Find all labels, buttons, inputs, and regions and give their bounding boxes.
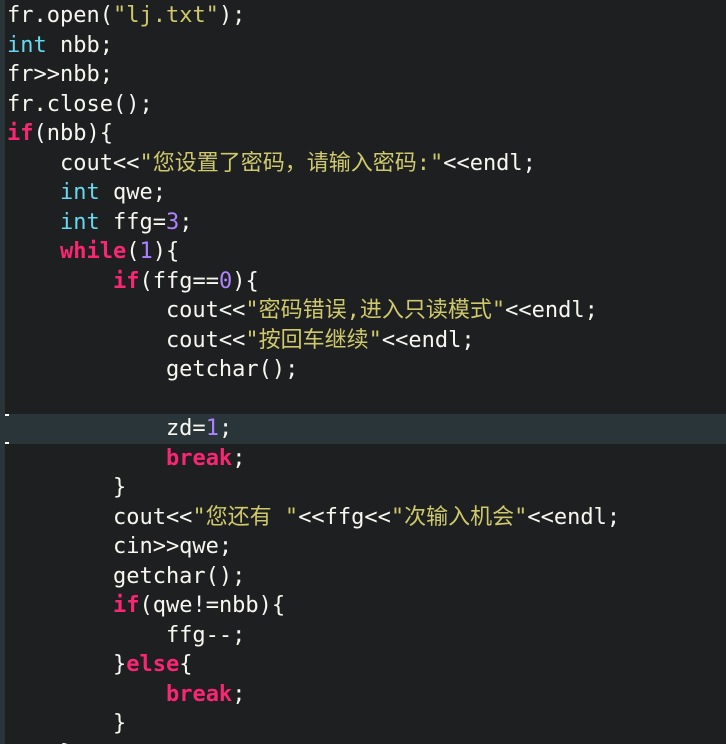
code-token-kw: while bbox=[59, 239, 127, 264]
code-token-pln bbox=[7, 180, 60, 205]
code-token-str: "您设置了密码，请输入密码:" bbox=[139, 150, 444, 176]
code-token-pln bbox=[7, 682, 166, 707]
code-line[interactable]: } bbox=[0, 739, 726, 744]
code-line[interactable]: cout<<"密码错误,进入只读模式"<<endl; bbox=[0, 296, 726, 326]
code-token-kw: break bbox=[165, 445, 233, 471]
code-token-num: 0 bbox=[218, 268, 233, 294]
code-token-pln: ){ bbox=[152, 239, 180, 264]
code-token-typ: int bbox=[7, 32, 47, 58]
code-token-kw: if bbox=[112, 268, 140, 294]
code-token-kw: if bbox=[112, 593, 140, 618]
code-token-str: "按回车继续" bbox=[245, 327, 382, 353]
code-token-pln: cout<< bbox=[7, 327, 246, 353]
code-token-num: 1 bbox=[205, 416, 219, 441]
code-token-pln: fr>>nbb; bbox=[7, 62, 113, 87]
code-token-pln: cout<< bbox=[7, 298, 246, 323]
code-token-pln: getchar(); bbox=[7, 563, 246, 589]
code-line[interactable]: cout<<"按回车继续"<<endl; bbox=[0, 326, 726, 356]
code-token-pln bbox=[7, 239, 60, 264]
code-token-pln: ; bbox=[218, 416, 233, 441]
code-token-pln: fr.close(); bbox=[7, 91, 153, 117]
code-token-kw: break bbox=[165, 681, 233, 707]
code-line[interactable]: fr>>nbb; bbox=[0, 60, 726, 90]
code-token-kw: else bbox=[126, 652, 180, 677]
code-token-pln bbox=[7, 446, 166, 471]
code-token-str: "您还有 " bbox=[192, 504, 299, 530]
code-token-pln: zd= bbox=[7, 416, 206, 441]
code-line[interactable]: while(1){ bbox=[0, 237, 726, 267]
code-line[interactable]: int ffg=3; bbox=[0, 208, 726, 238]
code-token-pln bbox=[7, 210, 60, 235]
code-line[interactable]: fr.close(); bbox=[0, 90, 726, 120]
code-token-pln: fr.open( bbox=[7, 3, 113, 28]
code-token-pln: <<endl; bbox=[505, 298, 598, 323]
code-token-str: "密码错误,进入只读模式" bbox=[245, 298, 506, 323]
code-token-pln: ); bbox=[218, 3, 246, 28]
code-token-pln: ; bbox=[232, 445, 246, 471]
code-token-pln: cout<< bbox=[7, 150, 140, 176]
code-line[interactable]: getchar(); bbox=[0, 355, 726, 385]
code-text-area[interactable]: fr.open("lj.txt"); int nbb; fr>>nbb; fr.clo… bbox=[0, 1, 726, 744]
code-line[interactable]: break; bbox=[0, 680, 726, 710]
code-token-pln: } bbox=[7, 475, 127, 500]
code-line[interactable]: break; bbox=[0, 444, 726, 474]
code-token-pln: (nbb){ bbox=[33, 121, 113, 146]
code-token-pln: <<endl; bbox=[381, 327, 475, 353]
code-token-pln: { bbox=[179, 652, 193, 677]
code-token-pln: ffg--; bbox=[7, 622, 246, 648]
code-token-pln: (qwe!=nbb){ bbox=[139, 593, 286, 618]
code-token-pln: getchar(); bbox=[7, 357, 299, 382]
code-token-pln bbox=[7, 593, 113, 618]
code-token-pln: ffg= bbox=[99, 209, 166, 235]
code-token-pln: cin>>qwe; bbox=[7, 534, 233, 559]
code-token-num: 3 bbox=[165, 209, 180, 235]
code-line[interactable]: zd=1; bbox=[0, 414, 726, 444]
code-line[interactable]: if(nbb){ bbox=[0, 119, 726, 149]
code-line[interactable]: if(qwe!=nbb){ bbox=[0, 591, 726, 621]
code-token-str: "次输入机会" bbox=[390, 504, 528, 530]
code-token-kw: if bbox=[7, 121, 34, 146]
code-token-pln: } bbox=[7, 711, 127, 736]
code-token-pln: } bbox=[7, 652, 127, 677]
code-line[interactable]: } bbox=[0, 473, 726, 503]
code-token-pln: ( bbox=[126, 239, 140, 264]
code-line[interactable]: int qwe; bbox=[0, 178, 726, 208]
code-token-pln: qwe; bbox=[99, 180, 166, 205]
code-token-num: 1 bbox=[139, 239, 153, 264]
code-token-pln: <<endl; bbox=[527, 504, 621, 530]
code-line[interactable]: fr.open("lj.txt"); bbox=[0, 1, 726, 31]
code-line[interactable]: } bbox=[0, 709, 726, 739]
code-token-pln bbox=[7, 269, 113, 294]
code-token-pln: ; bbox=[232, 681, 246, 707]
code-editor[interactable]: fr.open("lj.txt"); int nbb; fr>>nbb; fr.clo… bbox=[0, 0, 726, 744]
code-token-pln: cout<< bbox=[7, 504, 193, 530]
code-line[interactable]: cout<<"您设置了密码，请输入密码:"<<endl; bbox=[0, 149, 726, 179]
cursor-line-marker bbox=[0, 414, 9, 444]
code-line[interactable]: }else{ bbox=[0, 650, 726, 680]
code-line[interactable]: int nbb; bbox=[0, 31, 726, 61]
code-line[interactable]: cout<<"您还有 "<<ffg<<"次输入机会"<<endl; bbox=[0, 503, 726, 533]
code-token-pln: <<endl; bbox=[443, 150, 536, 176]
code-line[interactable]: getchar(); bbox=[0, 562, 726, 592]
code-token-pln: <<ffg<< bbox=[298, 504, 391, 530]
code-line[interactable]: ​ bbox=[0, 385, 726, 415]
code-token-typ: int bbox=[59, 209, 100, 235]
code-line[interactable]: ffg--; bbox=[0, 621, 726, 651]
code-token-typ: int bbox=[59, 180, 100, 205]
code-token-pln: nbb; bbox=[46, 32, 113, 58]
code-line[interactable]: cin>>qwe; bbox=[0, 532, 726, 562]
code-token-pln: } bbox=[7, 741, 73, 744]
code-line[interactable]: if(ffg==0){ bbox=[0, 267, 726, 297]
code-token-pln: (ffg== bbox=[139, 268, 219, 294]
code-token-str: "lj.txt" bbox=[112, 3, 219, 28]
code-token-pln: ){ bbox=[232, 268, 259, 294]
code-token-pln: ; bbox=[179, 209, 193, 235]
